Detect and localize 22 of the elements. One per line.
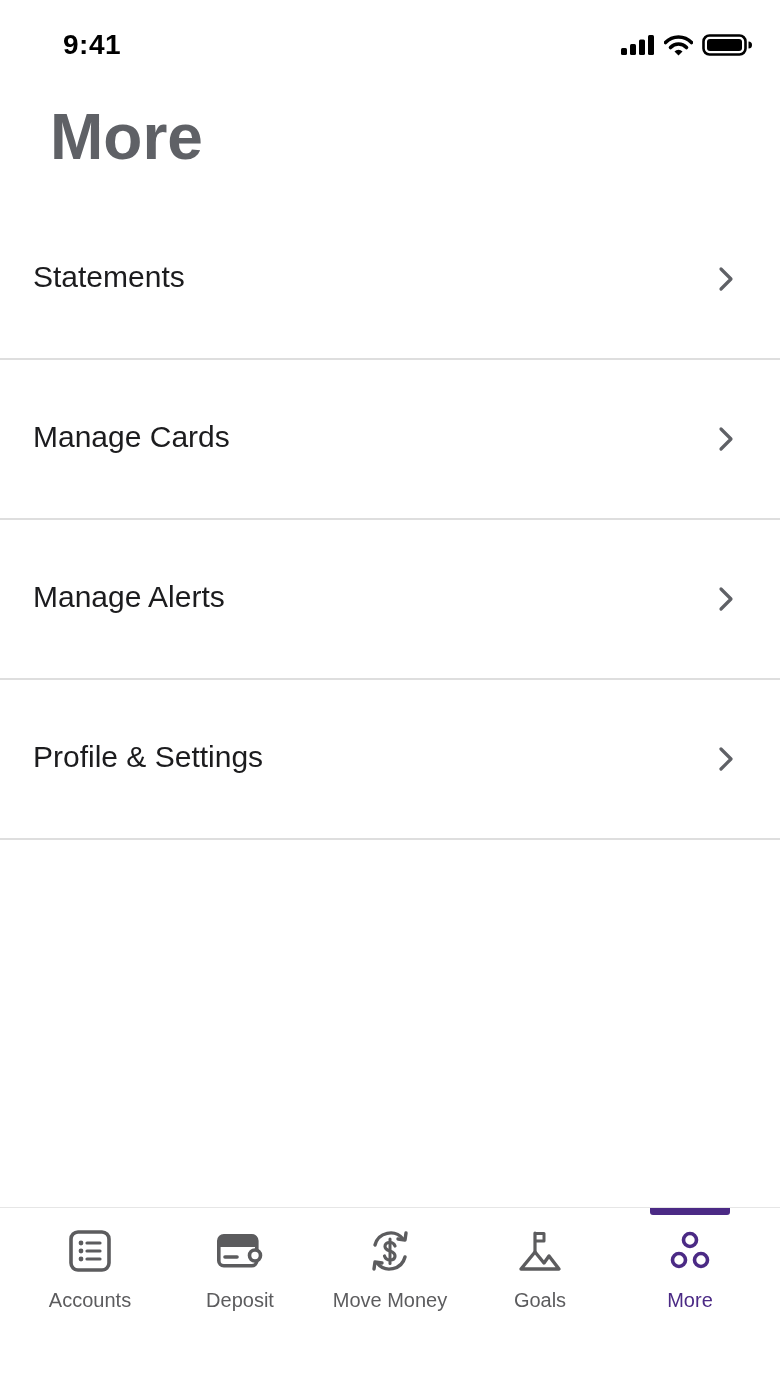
tab[interactable]: Deposit [165,1208,315,1387]
card-icon [217,1234,263,1268]
menu-item-label: Profile & Settings [33,740,264,774]
menu-item-label: Manage Alerts [33,580,225,614]
three-circles-icon [669,1231,711,1271]
chevron-icon [718,746,734,772]
list-icon [69,1230,111,1272]
status-time: 9:41 [63,29,122,61]
menu-item-label: Manage Cards [33,420,230,454]
page-title: More [50,105,203,169]
tab[interactable]: Goals [465,1208,615,1387]
tab[interactable]: Move Money [315,1208,465,1387]
signal-icon [621,35,655,55]
tab[interactable]: Accounts [15,1208,165,1387]
wifi-icon [664,34,693,56]
mountain-flag-icon [518,1230,562,1272]
chevron-icon [718,426,734,452]
tab[interactable]: More [615,1208,765,1387]
chevron-icon [718,586,734,612]
chevron-icon [718,266,734,292]
battery-icon [702,34,752,56]
menu-item-label: Statements [33,260,185,294]
